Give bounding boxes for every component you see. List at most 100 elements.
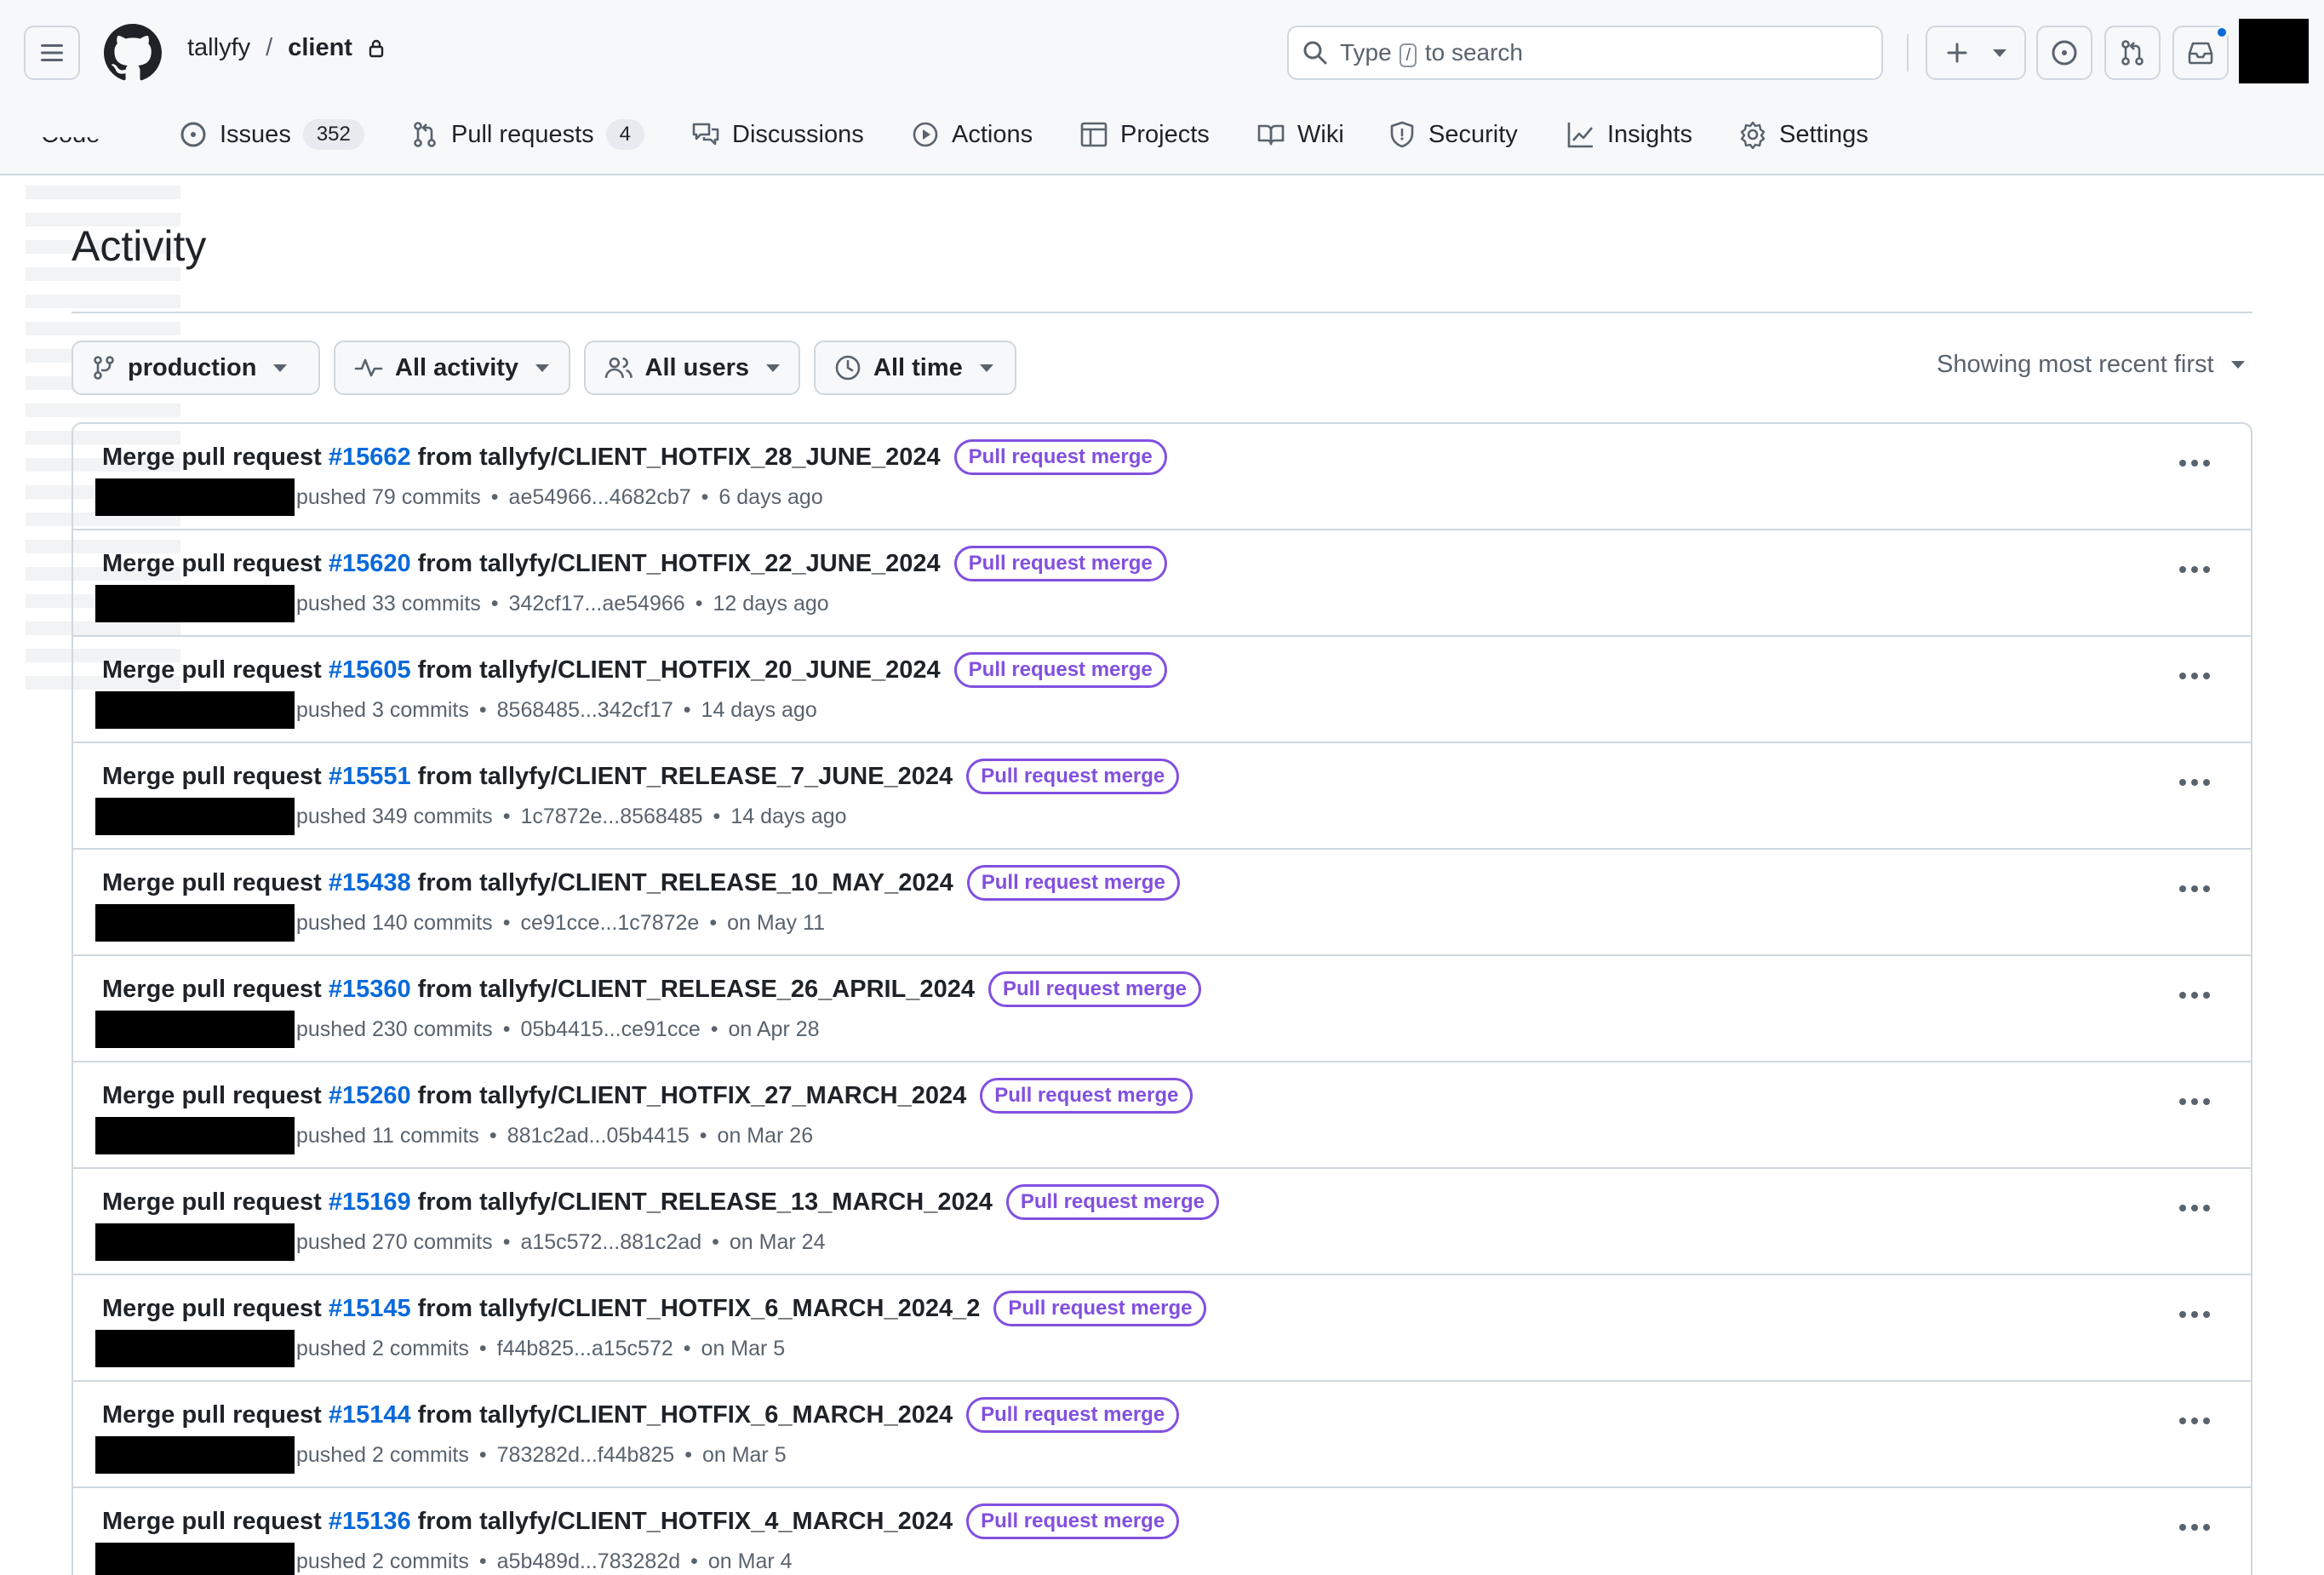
create-new-button[interactable] — [1926, 26, 2026, 80]
pull-requests-shortcut-button[interactable] — [2104, 26, 2161, 80]
pushed-commits[interactable]: pushed 140 commits — [296, 911, 493, 936]
activity-branch[interactable]: from tallyfy/CLIENT_RELEASE_7_JUNE_2024 — [418, 763, 953, 791]
pull-request-link[interactable]: #15260 — [329, 1082, 411, 1110]
activity-branch[interactable]: from tallyfy/CLIENT_HOTFIX_4_MARCH_2024 — [418, 1508, 953, 1536]
kebab-menu-icon[interactable] — [2179, 1098, 2210, 1105]
repo-link[interactable]: client — [288, 34, 352, 62]
avatar[interactable] — [95, 1223, 295, 1261]
pull-request-link[interactable]: #15620 — [329, 550, 411, 578]
tab-projects[interactable]: Projects — [1079, 109, 1210, 160]
avatar[interactable] — [95, 904, 295, 942]
kebab-menu-icon[interactable] — [2179, 885, 2210, 892]
avatar[interactable] — [95, 1011, 295, 1048]
activity-branch[interactable]: from tallyfy/CLIENT_RELEASE_26_APRIL_202… — [418, 976, 975, 1004]
pushed-commits[interactable]: pushed 230 commits — [296, 1017, 493, 1042]
search-input[interactable]: Type / to search — [1287, 26, 1883, 80]
kebab-menu-icon[interactable] — [2179, 1418, 2210, 1424]
kebab-menu-icon[interactable] — [2179, 566, 2210, 573]
commit-range-link[interactable]: a15c572...881c2ad — [520, 1230, 701, 1255]
tab-pull-requests[interactable]: Pull requests 4 — [410, 109, 645, 160]
avatar[interactable] — [95, 691, 295, 729]
tab-discussions[interactable]: Discussions — [691, 109, 864, 160]
tab-actions[interactable]: Actions — [911, 109, 1033, 160]
activity-branch[interactable]: from tallyfy/CLIENT_HOTFIX_6_MARCH_2024 — [418, 1401, 953, 1429]
commit-range-link[interactable]: ae54966...4682cb7 — [509, 485, 691, 510]
kebab-menu-icon[interactable] — [2179, 779, 2210, 786]
avatar[interactable] — [95, 1330, 295, 1367]
tab-settings[interactable]: Settings — [1738, 109, 1869, 160]
activity-branch[interactable]: from tallyfy/CLIENT_RELEASE_10_MAY_2024 — [418, 869, 953, 897]
pushed-commits[interactable]: pushed 33 commits — [296, 592, 481, 616]
pushed-commits[interactable]: pushed 2 commits — [296, 1337, 469, 1361]
activity-title-prefix: Merge pull request — [102, 443, 322, 471]
pull-request-link[interactable]: #15605 — [329, 656, 411, 684]
activity-branch[interactable]: from tallyfy/CLIENT_HOTFIX_27_MARCH_2024 — [418, 1082, 967, 1110]
pushed-commits[interactable]: pushed 3 commits — [296, 698, 469, 723]
timestamp: 14 days ago — [701, 697, 817, 722]
kebab-menu-icon[interactable] — [2179, 1205, 2210, 1211]
tab-code[interactable]: Code — [41, 116, 143, 153]
tab-wiki[interactable]: Wiki — [1256, 109, 1344, 160]
kebab-menu-icon[interactable] — [2179, 1524, 2210, 1531]
tab-security[interactable]: Security — [1388, 109, 1518, 160]
commit-range-link[interactable]: 05b4415...ce91cce — [520, 1017, 700, 1042]
pull-request-link[interactable]: #15360 — [329, 976, 411, 1004]
pull-request-link[interactable]: #15144 — [329, 1401, 411, 1429]
menu-button[interactable] — [24, 26, 80, 80]
tab-issues[interactable]: Issues 352 — [179, 109, 364, 160]
pushed-commits[interactable]: pushed 11 commits — [296, 1124, 479, 1148]
avatar[interactable] — [95, 1436, 295, 1474]
pull-request-link[interactable]: #15438 — [329, 869, 411, 897]
list-item: Merge pull request #15438 from tallyfy/CLI… — [73, 850, 2251, 956]
users-filter-button[interactable]: All users — [584, 341, 800, 395]
activity-branch[interactable]: from tallyfy/CLIENT_HOTFIX_20_JUNE_2024 — [418, 656, 941, 684]
inbox-button[interactable] — [2172, 26, 2229, 80]
pull-request-link[interactable]: #15551 — [329, 763, 411, 791]
pull-request-link[interactable]: #15662 — [329, 444, 411, 472]
pushed-commits[interactable]: pushed 79 commits — [296, 485, 481, 510]
pull-request-link[interactable]: #15169 — [329, 1188, 411, 1217]
commit-range-link[interactable]: f44b825...a15c572 — [497, 1337, 673, 1361]
owner-link[interactable]: tallyfy — [187, 34, 250, 62]
commit-range-link[interactable]: a5b489d...783282d — [497, 1549, 681, 1574]
activity-filter-button[interactable]: All activity — [334, 341, 570, 395]
commit-range-link[interactable]: 783282d...f44b825 — [497, 1443, 675, 1468]
kebab-menu-icon[interactable] — [2179, 1311, 2210, 1318]
search-shortcut-key: / — [1400, 43, 1417, 67]
commit-range-link[interactable]: ce91cce...1c7872e — [520, 911, 699, 936]
sort-dropdown[interactable]: Showing most recent first — [1937, 351, 2245, 379]
list-item: Merge pull request #15605 from tallyfy/CLI… — [73, 637, 2251, 743]
pull-request-link[interactable]: #15145 — [329, 1295, 411, 1323]
issues-shortcut-button[interactable] — [2036, 26, 2092, 80]
activity-branch[interactable]: from tallyfy/CLIENT_RELEASE_13_MARCH_202… — [418, 1188, 993, 1217]
pushed-commits[interactable]: pushed 2 commits — [296, 1549, 469, 1574]
activity-title: Merge pull request #15136 from tallyfy/CLI… — [102, 1503, 1180, 1539]
activity-branch[interactable]: from tallyfy/CLIENT_HOTFIX_22_JUNE_2024 — [418, 550, 941, 578]
avatar[interactable] — [95, 478, 295, 516]
avatar[interactable] — [95, 585, 295, 622]
avatar[interactable] — [2239, 19, 2309, 83]
time-filter-button[interactable]: All time — [814, 341, 1016, 395]
meta-separator: • — [502, 910, 511, 935]
avatar[interactable] — [95, 1117, 295, 1154]
kebab-menu-icon[interactable] — [2179, 460, 2210, 467]
kebab-menu-icon[interactable] — [2179, 992, 2210, 999]
avatar[interactable] — [95, 798, 295, 835]
commit-range-link[interactable]: 1c7872e...8568485 — [520, 805, 702, 829]
commit-range-link[interactable]: 8568485...342cf17 — [497, 698, 673, 723]
avatar[interactable] — [95, 1543, 295, 1575]
github-logo-icon[interactable] — [104, 24, 162, 82]
pushed-commits[interactable]: pushed 2 commits — [296, 1443, 469, 1468]
pull-request-link[interactable]: #15136 — [329, 1508, 411, 1536]
tab-issues-label: Issues — [220, 120, 291, 148]
pushed-commits[interactable]: pushed 270 commits — [296, 1230, 493, 1255]
tab-insights[interactable]: Insights — [1566, 109, 1692, 160]
commit-range-link[interactable]: 881c2ad...05b4415 — [507, 1124, 690, 1148]
pushed-commits[interactable]: pushed 349 commits — [296, 805, 493, 829]
branch-filter-button[interactable]: production — [72, 341, 320, 395]
activity-branch[interactable]: from tallyfy/CLIENT_HOTFIX_28_JUNE_2024 — [418, 444, 941, 472]
kebab-menu-icon[interactable] — [2179, 673, 2210, 679]
commit-range-link[interactable]: 342cf17...ae54966 — [509, 592, 685, 616]
status-badge: Pull request merge — [980, 1078, 1193, 1114]
activity-branch[interactable]: from tallyfy/CLIENT_HOTFIX_6_MARCH_2024_… — [418, 1295, 981, 1323]
